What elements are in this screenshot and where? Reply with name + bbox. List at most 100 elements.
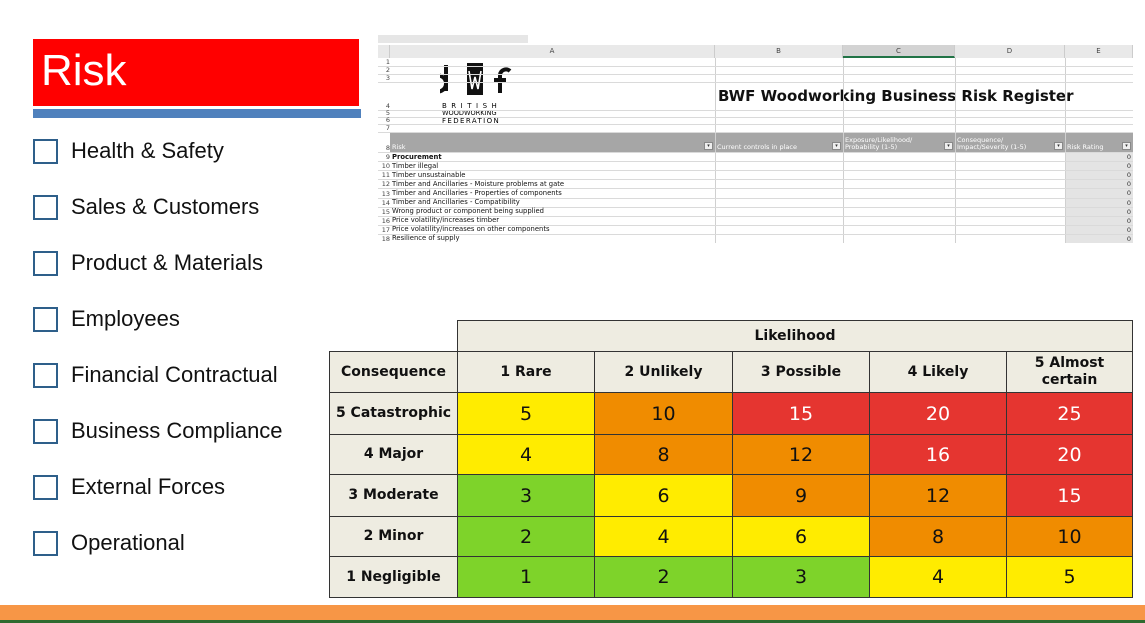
risk-rating-cell[interactable]: 0 xyxy=(1127,189,1131,197)
risk-score-cell: 1 xyxy=(457,556,595,598)
row-number[interactable]: 6 xyxy=(378,116,390,124)
risk-score-cell: 3 xyxy=(732,556,870,598)
risk-score-cell: 10 xyxy=(1006,516,1133,557)
row-number[interactable]: 9 xyxy=(378,153,390,161)
category-item[interactable]: Product & Materials xyxy=(33,250,263,276)
category-item[interactable]: Sales & Customers xyxy=(33,194,259,220)
category-item[interactable]: Operational xyxy=(33,530,185,556)
filter-dropdown-button[interactable]: ▾ xyxy=(1122,142,1131,150)
title-underline xyxy=(33,109,361,118)
row-number[interactable]: 11 xyxy=(378,171,390,179)
filter-dropdown-button[interactable]: ▾ xyxy=(704,142,713,150)
register-title: BWF Woodworking Business Risk Register xyxy=(718,87,1074,105)
column-title: Exposure/Likelihood/ Probability (1-5) xyxy=(845,136,913,151)
risk-cell[interactable]: Procurement xyxy=(392,153,442,161)
column-title: Risk Rating xyxy=(1067,143,1104,151)
row-number[interactable]: 12 xyxy=(378,180,390,188)
row-number[interactable]: 2 xyxy=(378,66,390,74)
risk-rating-cell[interactable]: 0 xyxy=(1127,162,1131,170)
risk-cell[interactable]: Timber and Ancillaries - Compatibility xyxy=(392,198,520,206)
row-number[interactable]: 7 xyxy=(378,124,390,132)
checkbox[interactable] xyxy=(33,418,58,444)
row-number[interactable]: 3 xyxy=(378,74,390,82)
risk-score-cell: 16 xyxy=(869,434,1007,475)
row-gridline xyxy=(378,233,1133,235)
risk-cell[interactable]: Timber and Ancillaries - Moisture proble… xyxy=(392,180,564,188)
checkbox[interactable] xyxy=(33,250,58,276)
filter-dropdown-button[interactable]: ▾ xyxy=(1054,142,1063,150)
footer-orange-band xyxy=(0,605,1145,620)
column-header[interactable]: D xyxy=(955,45,1065,58)
risk-cell[interactable]: Wrong product or component being supplie… xyxy=(392,207,544,215)
column-header[interactable]: A xyxy=(390,45,715,58)
likelihood-level: 4 Likely xyxy=(869,351,1007,393)
risk-rating-cell[interactable]: 0 xyxy=(1127,153,1131,161)
risk-score-cell: 15 xyxy=(1006,474,1133,517)
column-header[interactable]: E xyxy=(1065,45,1133,58)
row-number[interactable]: 18 xyxy=(378,235,390,243)
category-label: Financial Contractual xyxy=(71,362,278,387)
category-item[interactable]: Employees xyxy=(33,306,180,332)
risk-rating-cell[interactable]: 0 xyxy=(1127,180,1131,188)
risk-score-cell: 25 xyxy=(1006,392,1133,435)
risk-rating-cell[interactable]: 0 xyxy=(1127,226,1131,234)
risk-score-cell: 15 xyxy=(732,392,870,435)
column-header-corner xyxy=(378,45,390,58)
row-number[interactable]: 8 xyxy=(378,144,390,152)
filter-dropdown-button[interactable]: ▾ xyxy=(832,142,841,150)
category-item[interactable]: Financial Contractual xyxy=(33,362,278,388)
risk-rating-cell[interactable]: 0 xyxy=(1127,235,1131,243)
row-number[interactable]: 1 xyxy=(378,58,390,66)
risk-cell[interactable]: Timber unsustainable xyxy=(392,171,466,179)
checkbox[interactable] xyxy=(33,138,58,164)
risk-score-cell: 2 xyxy=(594,556,733,598)
row-number[interactable]: 17 xyxy=(378,226,390,234)
risk-score-cell: 4 xyxy=(594,516,733,557)
risk-rating-cell[interactable]: 0 xyxy=(1127,199,1131,207)
row-gridline xyxy=(378,170,1133,172)
risk-register-spreadsheet: BRITISH WOODWORKING FEDERATION BWF Woodw… xyxy=(378,35,1133,243)
risk-score-cell: 9 xyxy=(732,474,870,517)
row-number[interactable]: 14 xyxy=(378,199,390,207)
risk-cell[interactable]: Price volatility/increases on other comp… xyxy=(392,225,550,233)
category-item[interactable]: External Forces xyxy=(33,474,225,500)
row-gridline xyxy=(378,152,1133,153)
row-gridline xyxy=(378,117,1133,118)
risk-rating-cell[interactable]: 0 xyxy=(1127,217,1131,225)
risk-score-cell: 6 xyxy=(732,516,870,557)
checkbox[interactable] xyxy=(33,194,58,220)
row-number[interactable]: 16 xyxy=(378,217,390,225)
risk-cell[interactable]: Timber and Ancillaries - Properties of c… xyxy=(392,189,562,197)
checkbox[interactable] xyxy=(33,530,58,556)
consequence-level: 1 Negligible xyxy=(329,556,458,598)
consequence-level: 4 Major xyxy=(329,434,458,475)
row-number[interactable]: 15 xyxy=(378,208,390,216)
row-gridline xyxy=(378,161,1133,163)
slide-title: Risk xyxy=(33,39,359,106)
risk-score-cell: 8 xyxy=(594,434,733,475)
risk-score-cell: 3 xyxy=(457,474,595,517)
row-gridline xyxy=(378,110,1133,111)
likelihood-level: 1 Rare xyxy=(457,351,595,393)
risk-rating-cell[interactable]: 0 xyxy=(1127,208,1131,216)
category-item[interactable]: Health & Safety xyxy=(33,138,224,164)
checkbox[interactable] xyxy=(33,362,58,388)
category-label: External Forces xyxy=(71,474,226,499)
risk-score-cell: 5 xyxy=(1006,556,1133,598)
category-item[interactable]: Business Compliance xyxy=(33,418,283,444)
row-number[interactable]: 13 xyxy=(378,190,390,198)
column-header[interactable]: C xyxy=(843,45,955,58)
checkbox[interactable] xyxy=(33,306,58,332)
consequence-level: 5 Catastrophic xyxy=(329,392,458,435)
category-label: Business Compliance xyxy=(71,418,283,443)
row-number[interactable]: 10 xyxy=(378,162,390,170)
row-gridline xyxy=(378,124,1133,125)
checkbox[interactable] xyxy=(33,474,58,500)
risk-cell[interactable]: Resilience of supply xyxy=(392,234,459,242)
column-header[interactable]: B xyxy=(715,45,843,58)
risk-score-cell: 4 xyxy=(457,434,595,475)
filter-dropdown-button[interactable]: ▾ xyxy=(944,142,953,150)
risk-cell[interactable]: Price volatility/increases timber xyxy=(392,216,499,224)
risk-cell[interactable]: Timber illegal xyxy=(392,162,438,170)
risk-rating-cell[interactable]: 0 xyxy=(1127,171,1131,179)
